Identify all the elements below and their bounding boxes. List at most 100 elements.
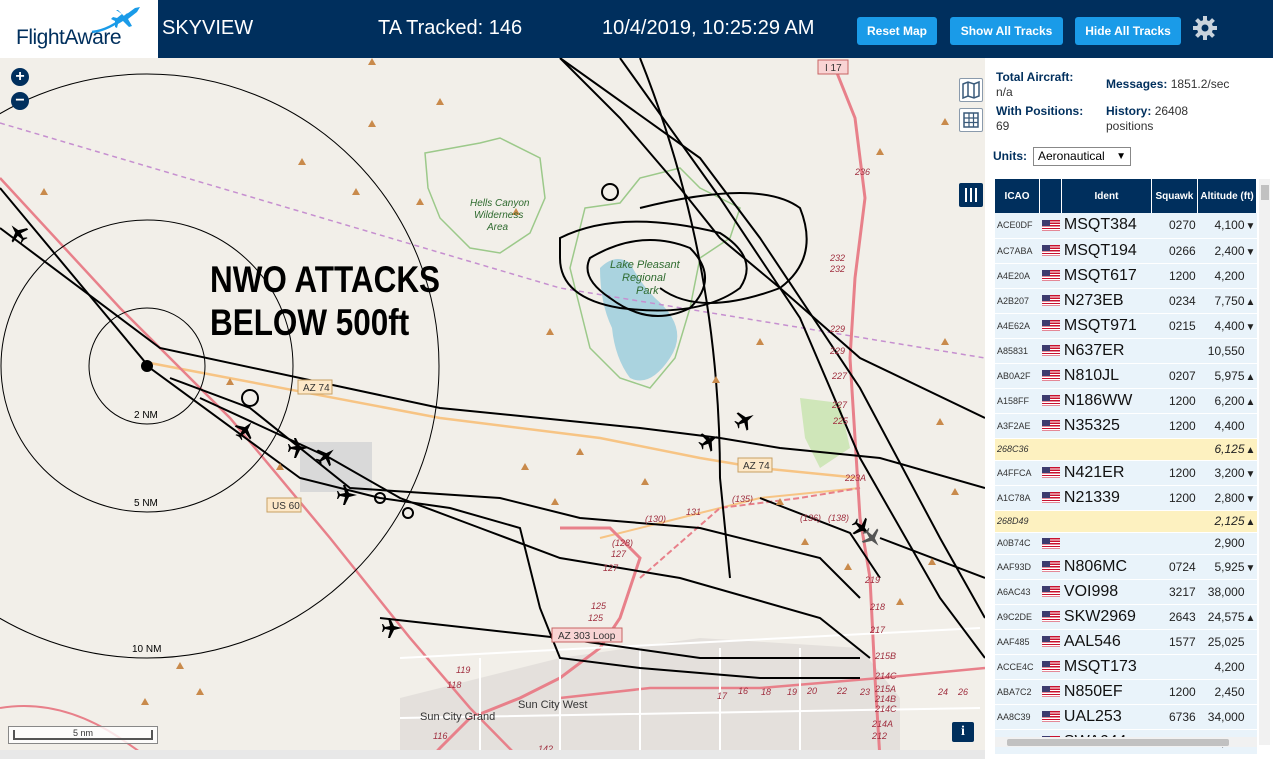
country-flag-icon [1039,213,1062,239]
table-row[interactable]: A158FF N186WW 1200 6,200▲ [995,388,1257,414]
us-flag-icon [1041,561,1060,573]
row-squawk: 0234 [1151,288,1198,314]
country-flag-icon [1039,313,1062,339]
row-squawk: 6736 [1151,704,1198,730]
svg-text:214A: 214A [871,719,893,729]
svg-text:212: 212 [871,731,887,741]
table-row[interactable]: A4E20A MSQT617 1200 4,200 [995,263,1257,289]
country-flag-icon [1039,532,1062,555]
table-row[interactable]: A85831 N637ER 10,550 [995,338,1257,364]
map-canvas[interactable]: 2 NM 5 NM 10 NM Hells Canyon Wilderness … [0,58,985,759]
row-squawk [1151,438,1198,461]
row-squawk: 0270 [1151,213,1198,239]
table-row[interactable]: AAF485 AAL546 1577 25,025 [995,629,1257,655]
zoom-in-button[interactable]: + [11,68,29,86]
altitude-value: 6,200 [1214,393,1245,408]
table-row[interactable]: ACE0DF MSQT384 0270 4,100▼ [995,213,1257,239]
gear-icon[interactable] [1192,15,1218,41]
us-flag-icon [1041,686,1060,698]
aircraft-markers[interactable] [4,219,886,638]
row-icao: 268D49 [995,510,1040,533]
table-row[interactable]: AA8C39 UAL253 6736 34,000 [995,704,1257,730]
top-header: FlightAware SKYVIEW TA Tracked: 146 10/4… [0,0,1273,58]
row-ident: UAL253 [1061,704,1152,730]
table-row[interactable]: 268D49 2,125▲ [995,510,1257,533]
row-altitude: 2,400▼ [1197,238,1257,264]
table-row[interactable]: A0B74C 2,900 [995,532,1257,555]
panel-horizontal-scroll-thumb[interactable] [1007,739,1229,746]
show-all-tracks-button[interactable]: Show All Tracks [950,17,1063,45]
column-toggle-button[interactable] [959,183,983,207]
svg-text:218: 218 [869,602,885,612]
table-row[interactable]: AB0A2F N810JL 0207 5,975▲ [995,363,1257,389]
map-layer-button[interactable] [959,78,983,102]
table-row[interactable]: A3F2AE N35325 1200 4,400 [995,413,1257,439]
flightaware-logo[interactable]: FlightAware [0,0,158,58]
table-row[interactable]: A4FFCA N421ER 1200 3,200▼ [995,460,1257,486]
units-select[interactable]: Aeronautical ▼ [1033,147,1131,166]
table-row[interactable]: ACCE4C MSQT173 4,200 [995,654,1257,680]
altitude-value: 3,200 [1214,465,1245,480]
altitude-value: 4,200 [1214,659,1245,674]
altitude-value: 2,450 [1214,684,1245,699]
us-flag-icon [1041,320,1060,332]
column-header-flag[interactable] [1039,179,1063,213]
table-row[interactable]: ABA7C2 N850EF 1200 2,450 [995,679,1257,705]
table-row[interactable]: A4E62A MSQT971 0215 4,400▼ [995,313,1257,339]
place-sun-city-west: Sun City West [518,699,588,711]
altitude-value: 24,575 [1207,609,1245,624]
shield-us60: US 60 [272,501,300,512]
row-squawk: 1200 [1151,460,1198,486]
column-header-icao[interactable]: ICAO [995,179,1041,213]
panel-vertical-scroll-thumb[interactable] [1261,185,1269,200]
row-altitude: 4,400▼ [1197,313,1257,339]
table-row[interactable]: A1C78A N21339 1200 2,800▼ [995,485,1257,511]
country-flag-icon [1039,679,1062,705]
altitude-value: 4,400 [1214,418,1245,433]
row-altitude: 5,925▼ [1197,554,1257,580]
row-icao: AA8C39 [995,704,1040,730]
us-flag-icon [1041,420,1060,432]
table-row[interactable]: A6AC43 VOI998 3217 38,000 [995,579,1257,605]
row-ident: N35325 [1061,413,1152,439]
altitude-value: 5,925 [1214,559,1245,574]
altitude-value: 4,200 [1214,268,1245,283]
row-ident: N806MC [1061,554,1152,580]
place-hells-canyon-3: Area [486,222,509,233]
svg-text:22: 22 [836,686,847,696]
columns-icon [965,188,977,202]
table-row[interactable]: A2B207 N273EB 0234 7,750▲ [995,288,1257,314]
place-sun-city-grand: Sun City Grand [420,711,495,723]
map-horizontal-scrollbar[interactable] [0,750,985,759]
map-icon [962,80,980,100]
map-view[interactable]: 2 NM 5 NM 10 NM Hells Canyon Wilderness … [0,58,985,759]
altitude-trend-icon: ▲ [1245,517,1256,528]
table-row[interactable]: AC7ABA MSQT194 0266 2,400▼ [995,238,1257,264]
zoom-out-button[interactable]: − [11,92,29,110]
svg-text:227: 227 [831,400,848,410]
us-flag-icon [1041,611,1060,623]
row-icao: A4FFCA [995,460,1040,486]
shield-i17: I 17 [825,63,842,74]
table-row[interactable]: 268C36 6,125▲ [995,438,1257,461]
country-flag-icon [1039,704,1062,730]
table-row[interactable]: A9C2DE SKW2969 2643 24,575▲ [995,604,1257,630]
row-ident [1061,510,1152,533]
altitude-value: 2,900 [1214,536,1245,550]
altitude-value: 4,400 [1214,318,1245,333]
column-header-ident[interactable]: Ident [1061,179,1152,213]
row-squawk: 0724 [1151,554,1198,580]
hide-all-tracks-button[interactable]: Hide All Tracks [1075,17,1181,45]
info-button[interactable]: i [952,722,974,742]
grid-toggle-button[interactable] [959,108,983,132]
altitude-trend-icon: ▲ [1245,371,1256,383]
range-ring-10nm [0,73,440,659]
country-flag-icon [1039,288,1062,314]
reset-map-button[interactable]: Reset Map [857,17,937,45]
row-ident [1061,438,1152,461]
column-header-squawk[interactable]: Squawk [1151,179,1199,213]
column-header-altitude[interactable]: Altitude (ft) [1197,179,1257,213]
table-row[interactable]: AAF93D N806MC 0724 5,925▼ [995,554,1257,580]
altitude-value: 38,000 [1207,584,1245,599]
panel-vertical-scrollbar[interactable] [1259,179,1270,745]
